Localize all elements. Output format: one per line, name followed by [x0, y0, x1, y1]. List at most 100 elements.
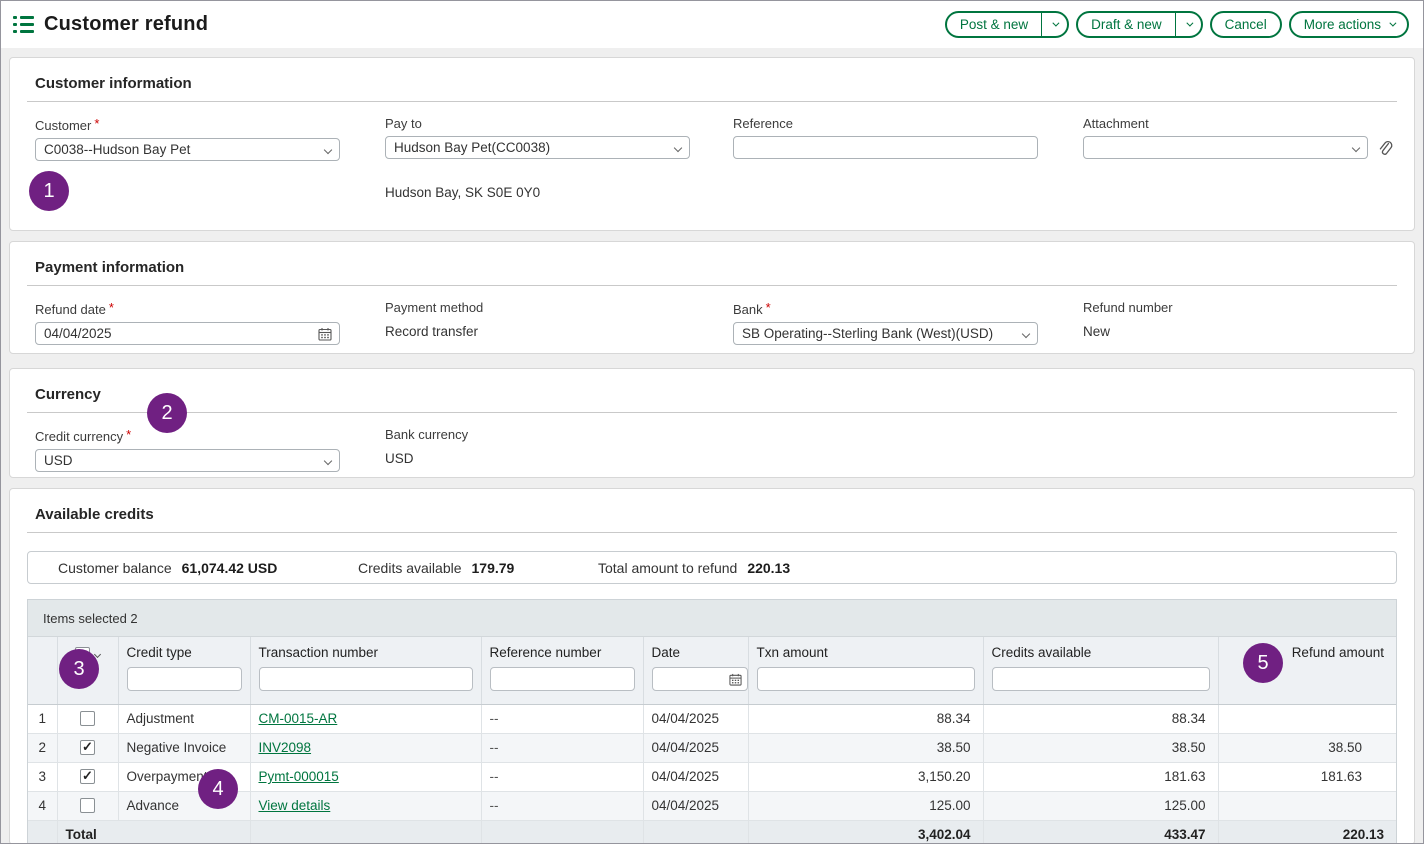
reference-input[interactable] — [733, 136, 1038, 159]
chevron-down-icon — [324, 146, 332, 154]
credit-type-filter-input[interactable] — [127, 667, 242, 691]
total-refund-amount: 220.13 — [1218, 820, 1396, 844]
payment-information-section: Payment information Refund date* 04/04/2… — [9, 241, 1415, 354]
row-number: 4 — [28, 791, 57, 820]
calendar-icon[interactable] — [729, 673, 742, 686]
payment-method-field: Payment method Record transfer — [385, 300, 733, 345]
attachment-select[interactable] — [1083, 136, 1368, 159]
customer-information-heading: Customer information — [27, 70, 1397, 101]
draft-and-new-dropdown[interactable] — [1175, 13, 1201, 36]
chevron-down-icon — [1352, 144, 1360, 152]
txn-amount-cell: 3,150.20 — [748, 762, 983, 791]
txn-amount-filter-input[interactable] — [757, 667, 975, 691]
draft-and-new-button[interactable]: Draft & new — [1076, 11, 1203, 38]
list-menu-icon[interactable] — [13, 16, 34, 33]
transaction-link[interactable]: CM-0015-AR — [259, 711, 338, 726]
credit-currency-select[interactable]: USD — [35, 449, 340, 472]
date-filter-input[interactable] — [652, 667, 748, 691]
payment-information-heading: Payment information — [27, 254, 1397, 285]
customer-balance-label: Customer balance — [58, 560, 172, 576]
total-refund-label: Total amount to refund — [598, 560, 737, 576]
customer-select[interactable]: C0038--Hudson Bay Pet — [35, 138, 340, 161]
pay-to-address: Hudson Bay, SK S0E 0Y0 — [385, 185, 733, 200]
date-cell: 04/04/2025 — [643, 762, 748, 791]
step-badge-3: 3 — [59, 649, 99, 689]
calendar-icon[interactable] — [318, 327, 332, 341]
credits-summary-bar: Customer balance 61,074.42 USD Credits a… — [27, 551, 1397, 584]
credit-currency-value: USD — [44, 453, 73, 468]
row-number: 1 — [28, 704, 57, 733]
bank-label: Bank — [733, 302, 763, 317]
credit-type-header: Credit type — [118, 637, 250, 704]
row-checkbox[interactable] — [80, 711, 95, 726]
chevron-down-icon — [674, 144, 682, 152]
section-divider — [27, 532, 1397, 533]
page-title: Customer refund — [44, 13, 208, 36]
action-buttons: Post & new Draft & new Cancel More actio… — [945, 11, 1409, 38]
refund-number-field: Refund number New — [1083, 300, 1397, 345]
bank-select[interactable]: SB Operating--Sterling Bank (West)(USD) — [733, 322, 1038, 345]
date-header-label: Date — [652, 645, 681, 660]
txn-amount-cell: 88.34 — [748, 704, 983, 733]
chevron-down-icon — [1022, 330, 1030, 338]
credit-currency-label: Credit currency — [35, 429, 123, 444]
required-asterisk: * — [126, 427, 131, 442]
refund-amount-cell[interactable] — [1218, 704, 1396, 733]
paperclip-icon[interactable] — [1377, 139, 1393, 157]
step-badge-1: 1 — [29, 171, 69, 211]
pay-to-select[interactable]: Hudson Bay Pet(CC0038) — [385, 136, 690, 159]
bank-value: SB Operating--Sterling Bank (West)(USD) — [742, 326, 993, 341]
attachment-label: Attachment — [1083, 116, 1149, 131]
total-label: Total — [57, 820, 250, 844]
step-badge-5: 5 — [1243, 643, 1283, 683]
post-and-new-dropdown[interactable] — [1041, 13, 1067, 36]
table-row: 1 Adjustment CM-0015-AR -- 04/04/2025 88… — [28, 704, 1396, 733]
refund-amount-cell[interactable]: 181.63 — [1218, 762, 1396, 791]
chevron-down-icon — [324, 457, 332, 465]
cancel-button[interactable]: Cancel — [1210, 11, 1282, 38]
refund-amount-cell[interactable] — [1218, 791, 1396, 820]
reference-cell: -- — [481, 733, 643, 762]
transaction-number-filter-input[interactable] — [259, 667, 473, 691]
reference-number-header: Reference number — [481, 637, 643, 704]
row-number: 2 — [28, 733, 57, 762]
row-checkbox[interactable] — [80, 740, 95, 755]
payment-method-label: Payment method — [385, 300, 483, 315]
bank-currency-value: USD — [385, 447, 733, 470]
view-details-link[interactable]: View details — [259, 798, 331, 813]
reference-label: Reference — [733, 116, 793, 131]
table-row: 2 Negative Invoice INV2098 -- 04/04/2025… — [28, 733, 1396, 762]
bank-currency-field: Bank currency USD — [385, 427, 733, 472]
more-actions-button[interactable]: More actions — [1289, 11, 1409, 38]
reference-number-filter-input[interactable] — [490, 667, 635, 691]
transaction-link[interactable]: Pymt-000015 — [259, 769, 339, 784]
cancel-label: Cancel — [1212, 13, 1280, 36]
total-refund-value: 220.13 — [747, 560, 790, 576]
refund-date-input[interactable]: 04/04/2025 — [35, 322, 340, 345]
customer-refund-page: Customer refund Post & new Draft & new C… — [0, 0, 1424, 844]
date-header: Date — [643, 637, 748, 704]
credit-currency-field: Credit currency* USD — [35, 427, 385, 472]
transaction-number-header: Transaction number — [250, 637, 481, 704]
post-and-new-label: Post & new — [947, 13, 1041, 36]
date-cell: 04/04/2025 — [643, 733, 748, 762]
credits-available-header-label: Credits available — [992, 645, 1092, 660]
row-checkbox[interactable] — [80, 798, 95, 813]
credit-type-header-label: Credit type — [127, 645, 192, 660]
currency-heading: Currency — [27, 381, 1397, 412]
post-and-new-button[interactable]: Post & new — [945, 11, 1069, 38]
transaction-link[interactable]: INV2098 — [259, 740, 312, 755]
step-badge-4: 4 — [198, 769, 238, 809]
row-checkbox[interactable] — [80, 769, 95, 784]
credits-available-filter-input[interactable] — [992, 667, 1210, 691]
refund-date-value: 04/04/2025 — [44, 326, 112, 341]
credit-type-cell: Adjustment — [118, 704, 250, 733]
refund-date-label: Refund date — [35, 302, 106, 317]
credits-available-label: Credits available — [358, 560, 462, 576]
refund-amount-header-label: Refund amount — [1292, 645, 1384, 660]
credits-available-cell: 88.34 — [983, 704, 1218, 733]
top-bar: Customer refund Post & new Draft & new C… — [1, 1, 1423, 48]
total-row: Total 3,402.04 433.47 220.13 — [28, 820, 1396, 844]
more-actions-label: More actions — [1304, 17, 1381, 32]
refund-amount-cell[interactable]: 38.50 — [1218, 733, 1396, 762]
